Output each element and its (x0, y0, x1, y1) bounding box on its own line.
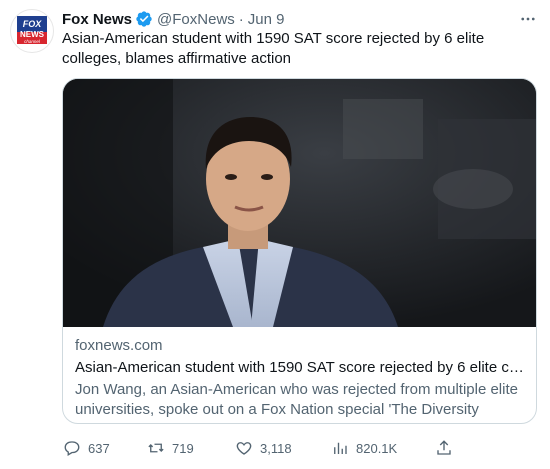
link-card[interactable]: foxnews.com Asian-American student with … (62, 78, 537, 424)
separator-dot: · (238, 10, 244, 28)
action-bar: 637 719 3,118 820.1K (62, 436, 482, 460)
svg-text:FOX: FOX (23, 19, 42, 29)
views-button[interactable]: 820.1K (330, 436, 397, 460)
share-button[interactable] (434, 436, 454, 460)
more-options-icon[interactable] (516, 8, 540, 30)
svg-text:channel: channel (24, 39, 41, 44)
like-button[interactable]: 3,118 (234, 436, 292, 460)
display-name[interactable]: Fox News (62, 11, 132, 28)
tweet-header: Fox News @FoxNews · Jun 9 (62, 8, 540, 30)
retweet-count: 719 (172, 440, 194, 456)
reply-count: 637 (88, 440, 110, 456)
verified-badge-icon (135, 10, 153, 28)
avatar[interactable]: FOX NEWS channel (10, 9, 54, 53)
card-domain[interactable]: foxnews.com (75, 336, 525, 356)
card-title[interactable]: Asian-American student with 1590 SAT sco… (75, 358, 525, 378)
like-count: 3,118 (260, 440, 292, 456)
share-icon (434, 438, 454, 458)
retweet-icon (146, 438, 166, 458)
retweet-button[interactable]: 719 (146, 436, 194, 460)
reply-icon (62, 438, 82, 458)
views-bar-chart-icon (330, 438, 350, 458)
card-meta: foxnews.com Asian-American student with … (75, 336, 525, 420)
fox-news-logo-icon: FOX NEWS channel (17, 16, 47, 44)
heart-icon (234, 438, 254, 458)
card-image[interactable] (63, 79, 536, 327)
card-description: Jon Wang, an Asian-American who was reje… (75, 381, 518, 418)
tweet: FOX NEWS channel Fox News @FoxNews · Jun… (0, 0, 550, 469)
tweet-text: Asian-American student with 1590 SAT sco… (62, 30, 485, 67)
handle[interactable]: @FoxNews (157, 11, 235, 28)
views-count: 820.1K (356, 440, 398, 456)
reply-button[interactable]: 637 (62, 436, 110, 460)
svg-text:NEWS: NEWS (20, 30, 45, 39)
timestamp[interactable]: Jun 9 (248, 11, 285, 28)
